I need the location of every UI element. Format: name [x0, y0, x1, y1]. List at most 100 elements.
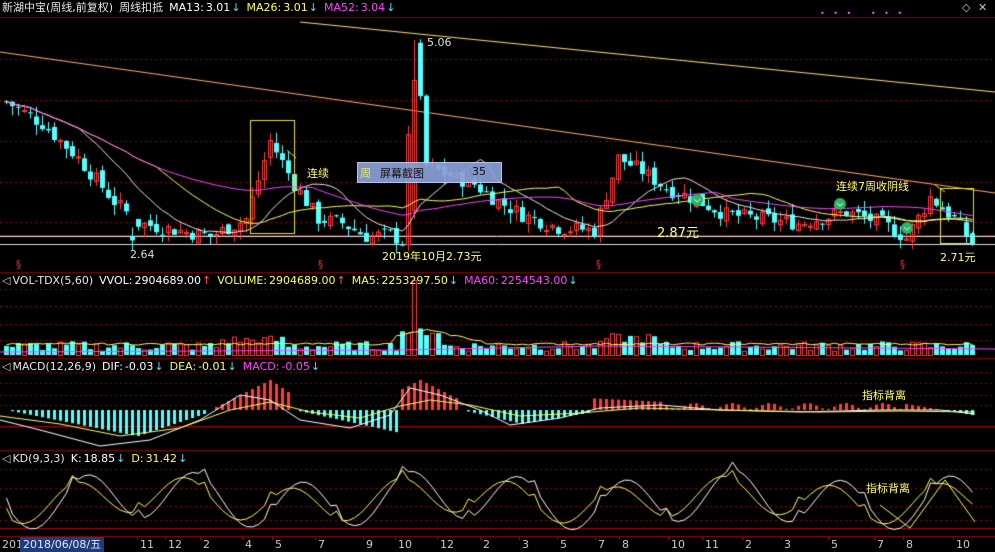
down-arrow-icon: ↓	[231, 1, 241, 14]
dea-label: DEA:	[169, 360, 197, 373]
volume-label: VOLUME:	[217, 274, 267, 287]
k-value: 18.85	[83, 452, 116, 465]
kd-divergence-note: 指标背离	[866, 482, 910, 495]
axis-tick-mark	[480, 537, 481, 540]
macd-panel-header: ◁ MACD(12,26,9) DIF: -0.03 ↓ DEA: -0.01 ↓ MA…	[0, 359, 326, 375]
vol-panel-header: ◁ VOL-TDX(5,60) VVOL: 2904689.00 ↑ VOLUME:…	[0, 273, 584, 289]
vol-ma60-label: MA60:	[464, 274, 499, 287]
dif-label: DIF:	[102, 360, 123, 373]
axis-tick-label: 10	[956, 538, 970, 551]
down-arrow-icon: ↓	[448, 274, 459, 287]
axis-tick-label: 5	[560, 538, 567, 551]
down-arrow-icon: ↓	[568, 274, 578, 287]
axis-tick-mark	[242, 537, 243, 540]
macd-title: MACD(12,26,9)	[12, 360, 97, 373]
axis-tick-label: 7	[318, 538, 325, 551]
dif-value: -0.03	[124, 360, 154, 373]
d-label: D:	[131, 452, 144, 465]
down-arrow-icon: ↓	[310, 360, 321, 373]
axis-tick-label: 2	[745, 538, 752, 551]
ma26-value: 3.01	[283, 1, 308, 14]
collapse-arrow-icon[interactable]: ◁	[2, 359, 10, 375]
axis-tick-label: 5	[831, 538, 838, 551]
indicator-name: 周线扣抵	[119, 1, 164, 14]
vvol-value: 2904689.00	[134, 274, 201, 287]
expand-icon[interactable]: ◇	[962, 1, 970, 14]
macd-value: -0.05	[281, 360, 310, 373]
screenshot-label: 屏幕截图	[380, 167, 424, 180]
axis-tick-label: 7	[598, 538, 605, 551]
down-arrow-icon: ↓	[386, 1, 396, 14]
volume-value: 2904689.00	[269, 274, 336, 287]
axis-tick-label: 3	[522, 538, 529, 551]
axis-tick-mark	[874, 537, 875, 540]
up-arrow-icon: ↑	[336, 274, 346, 287]
ma13-value: 3.01	[205, 1, 231, 14]
time-axis: 201 2018/06/08/五 11 12 2 4 5 7 9 10 12 2 3 5 7 8 10 11 2…	[0, 537, 995, 552]
axis-tick-mark	[165, 537, 166, 540]
axis-tick-mark	[272, 537, 273, 540]
axis-tick-mark	[742, 537, 743, 540]
main-panel-header: 新湖中宝(周线,前复权) 周线扣抵 MA13: 3.01 ↓ MA26: 3.01 ↓ …	[0, 0, 401, 16]
low-price-label: 2.64	[130, 248, 155, 261]
axis-tick-label: 11	[705, 538, 719, 551]
axis-tick-label: 12	[168, 538, 182, 551]
screenshot-value: 35	[472, 165, 486, 178]
axis-tick-label: 4	[245, 538, 252, 551]
axis-tick-label: 2	[203, 538, 210, 551]
axis-tick-mark	[519, 537, 520, 540]
dea-value: -0.01	[198, 360, 227, 373]
axis-tick-mark	[828, 537, 829, 540]
axis-tick-label: 5	[275, 538, 282, 551]
collapse-arrow-icon[interactable]: ◁	[2, 451, 10, 467]
ma13-label: MA13:	[169, 1, 204, 14]
axis-tick-label: 12	[440, 538, 454, 551]
vol-title: VOL-TDX(5,60)	[12, 274, 94, 287]
kd-panel-header: ◁ KD(9,3,3) K: 18.85 ↓ D: 31.42 ↓	[0, 451, 193, 467]
down-arrow-icon: ↓	[308, 1, 318, 14]
axis-tick-label: 8	[622, 538, 629, 551]
menu-dots-icon[interactable]: • • • • • •	[820, 9, 905, 18]
axis-tick-label: 11	[140, 538, 154, 551]
annotation-right: 连续7周收阴线	[836, 180, 909, 193]
current-date-badge: 2018/06/08/五	[20, 537, 105, 552]
mid-price-label: 2.87元	[657, 226, 699, 241]
down-arrow-icon: ↓	[227, 360, 237, 373]
vol-ma60-value: 2254543.00	[500, 274, 568, 287]
axis-tick-mark	[437, 537, 438, 540]
axis-tick-label: 3	[784, 538, 791, 551]
axis-tick-mark	[668, 537, 669, 540]
oct-low-label: 2019年10月2.73元	[382, 250, 482, 263]
axis-tick-mark	[702, 537, 703, 540]
high-price-label: 5.06	[427, 36, 452, 49]
k-label: K:	[70, 452, 82, 465]
axis-tick-label: 10	[671, 538, 685, 551]
macd-label: MACD:	[242, 360, 280, 373]
axis-tick-label: 2	[483, 538, 490, 551]
axis-tick-label: 7	[877, 538, 884, 551]
axis-tick-mark	[781, 537, 782, 540]
axis-tick-mark	[557, 537, 558, 540]
ma26-label: MA26:	[246, 1, 282, 14]
kd-title: KD(9,3,3)	[12, 452, 65, 465]
vol-ma5-value: 2253297.50	[381, 274, 448, 287]
axis-tick-mark	[903, 537, 904, 540]
down-arrow-icon: ↓	[154, 360, 164, 373]
up-arrow-icon: ↑	[202, 274, 212, 287]
close-icon[interactable]: ✕	[978, 1, 987, 14]
vol-ma5-label: MA5:	[351, 274, 380, 287]
axis-tick-label: 8	[906, 538, 913, 551]
axis-tick-mark	[200, 537, 201, 540]
down-arrow-icon: ↓	[116, 452, 126, 465]
axis-tick-mark	[595, 537, 596, 540]
screenshot-popup[interactable]: 周 屏幕截图 35	[357, 162, 502, 183]
axis-tick-mark	[137, 537, 138, 540]
down-arrow-icon: ↓	[178, 452, 188, 465]
stock-title: 新湖中宝(周线,前复权)	[2, 1, 114, 14]
axis-tick-mark	[395, 537, 396, 540]
vvol-label: VVOL:	[99, 274, 133, 287]
collapse-arrow-icon[interactable]: ◁	[2, 273, 10, 289]
annotation-left: 连续	[307, 167, 329, 180]
axis-tick-mark	[953, 537, 954, 540]
axis-tick-mark	[315, 537, 316, 540]
